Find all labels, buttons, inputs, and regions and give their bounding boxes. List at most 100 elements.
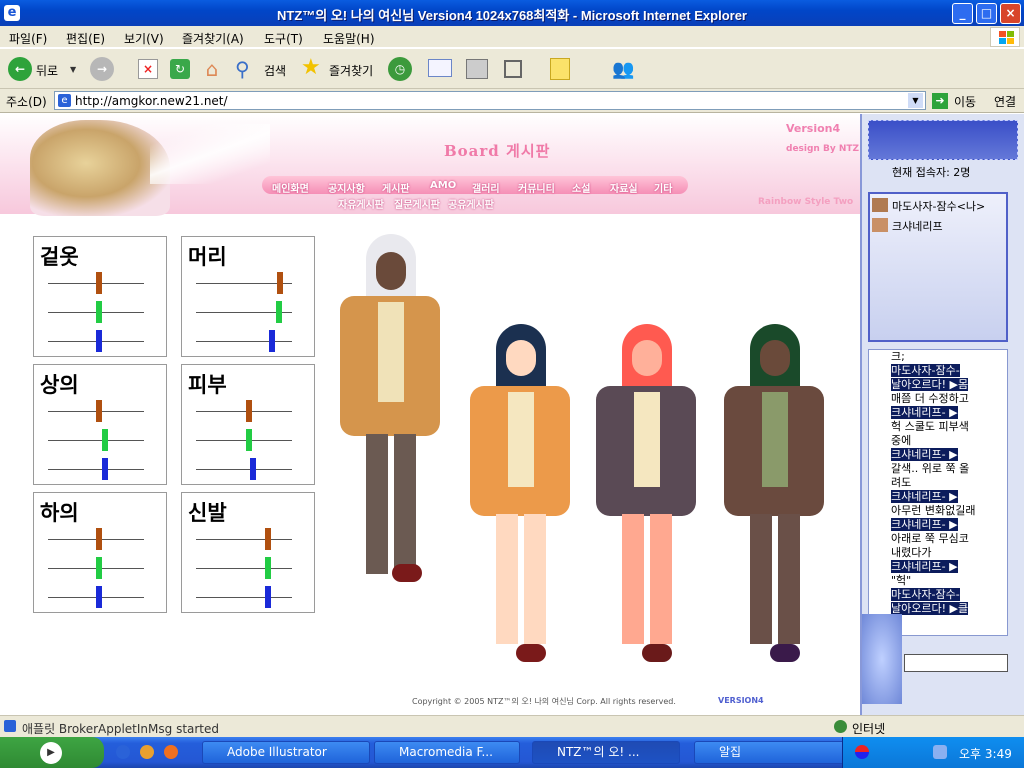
network-icon[interactable]: [933, 745, 947, 759]
note-icon[interactable]: [550, 58, 570, 80]
refresh-icon[interactable]: ↻: [170, 59, 190, 79]
chat-log[interactable]: 크; 마도사자-잠수- 날아오르다! ▶몸 매쯤 더 수정하고 크샤네리프- ▶ 헉 스쿨…: [868, 349, 1008, 636]
goddess-illustration: [30, 120, 170, 216]
slider-knob[interactable]: [101, 429, 108, 451]
online-users-list: 마도사자-잠수<나> 크샤네리프: [868, 192, 1008, 342]
print-icon[interactable]: [466, 59, 488, 79]
search-icon[interactable]: ⚲: [235, 57, 250, 81]
nav-etc[interactable]: 기타: [654, 180, 672, 195]
slider-knob[interactable]: [265, 586, 272, 608]
mail-icon[interactable]: [428, 59, 452, 77]
slider-track[interactable]: [196, 440, 292, 441]
character-preview-custom: [336, 234, 446, 604]
subnav-question[interactable]: 질문게시판: [394, 196, 440, 211]
slider-knob[interactable]: [265, 557, 272, 579]
menu-view[interactable]: 보기(V): [124, 30, 164, 47]
taskbar-item-flash[interactable]: Macromedia F...: [374, 741, 520, 764]
slider-track[interactable]: [196, 539, 292, 540]
start-button[interactable]: ▶: [0, 737, 104, 768]
nav-gallery[interactable]: 갤러리: [472, 180, 500, 195]
go-button[interactable]: 이동: [954, 93, 976, 110]
taskbar-item-alzip[interactable]: 알집: [694, 741, 848, 764]
slider-track[interactable]: [196, 469, 292, 470]
messenger-icon[interactable]: 👥: [612, 59, 634, 80]
chat-message: "헉": [891, 574, 912, 587]
chat-message: 마도사자-잠수-: [891, 364, 960, 377]
nav-notice[interactable]: 공지사항: [328, 180, 365, 195]
menu-tools[interactable]: 도구(T): [264, 30, 303, 47]
stop-icon[interactable]: ×: [138, 59, 158, 79]
slider-knob[interactable]: [95, 586, 102, 608]
page-status-icon: [4, 720, 16, 732]
slider-knob[interactable]: [269, 330, 276, 352]
slider-track[interactable]: [196, 341, 292, 342]
chat-message: 크샤네리프- ▶: [891, 406, 958, 419]
slider-knob[interactable]: [276, 301, 283, 323]
control-box-skin: 피부: [181, 364, 315, 485]
chevron-down-icon[interactable]: ▼: [70, 65, 76, 74]
back-label[interactable]: 뒤로: [36, 62, 58, 79]
slider-track[interactable]: [48, 440, 144, 441]
slider-knob[interactable]: [95, 272, 102, 294]
nav-community[interactable]: 커뮤니티: [518, 180, 555, 195]
design-credit: design By NTZ: [786, 144, 860, 154]
slider-knob[interactable]: [96, 400, 103, 422]
menu-edit[interactable]: 편집(E): [66, 30, 105, 47]
favorites-label[interactable]: 즐겨찾기: [329, 62, 373, 79]
slider-track[interactable]: [196, 597, 292, 598]
slider-knob[interactable]: [277, 272, 284, 294]
control-title: 피부: [188, 372, 227, 397]
slider-track[interactable]: [196, 568, 292, 569]
quicklaunch-icon[interactable]: [140, 745, 154, 759]
nav-main[interactable]: 메인화면: [272, 180, 309, 195]
slider-knob[interactable]: [101, 458, 108, 480]
subnav-free[interactable]: 자유게시판: [338, 196, 384, 211]
taskbar-item-browser[interactable]: NTZ™의 오! ...: [532, 741, 680, 764]
maximize-button[interactable]: □: [976, 3, 997, 24]
control-box-hair: 머리: [181, 236, 315, 357]
edit-icon[interactable]: [504, 60, 522, 78]
menu-favorites[interactable]: 즐겨찾기(A): [182, 30, 244, 47]
window-title: NTZ™의 오! 나의 여신님 Version4 1024x768최적화 - M…: [277, 8, 747, 23]
go-arrow-icon[interactable]: ➜: [932, 93, 948, 109]
favorites-star-icon[interactable]: ★: [301, 55, 321, 80]
links-button[interactable]: 연결: [994, 93, 1016, 110]
close-button[interactable]: ×: [1000, 3, 1021, 24]
chat-message: 크샤네리프- ▶: [891, 560, 958, 573]
slider-knob[interactable]: [95, 301, 102, 323]
forward-arrow-icon[interactable]: →: [90, 57, 114, 81]
slider-track[interactable]: [48, 469, 144, 470]
quicklaunch-icon[interactable]: [164, 745, 178, 759]
slider-knob[interactable]: [246, 429, 253, 451]
site-header: Board 게시판 Version4 design By NTZ 메인화면 공지…: [0, 114, 860, 216]
slider-knob[interactable]: [249, 458, 256, 480]
korean-ime-icon[interactable]: [855, 745, 869, 759]
address-input[interactable]: e http://amgkor.new21.net/ ▼: [54, 91, 926, 110]
back-arrow-icon[interactable]: ←: [8, 57, 32, 81]
home-icon[interactable]: ⌂: [200, 57, 224, 81]
nav-novel[interactable]: 소설: [572, 180, 590, 195]
nav-files[interactable]: 자료실: [610, 180, 638, 195]
nav-board[interactable]: 게시판: [382, 180, 410, 195]
menu-help[interactable]: 도움말(H): [323, 30, 375, 47]
menu-file[interactable]: 파일(F): [9, 30, 47, 47]
taskbar-item-illustrator[interactable]: Adobe Illustrator: [202, 741, 370, 764]
globe-icon: [834, 720, 847, 733]
minimize-button[interactable]: _: [952, 3, 973, 24]
slider-knob[interactable]: [246, 400, 253, 422]
user-item[interactable]: 마도사자-잠수<나>: [892, 198, 985, 214]
slider-knob[interactable]: [265, 528, 272, 550]
history-icon[interactable]: ◷: [388, 57, 412, 81]
slider-track[interactable]: [196, 411, 292, 412]
slider-knob[interactable]: [95, 557, 102, 579]
search-label[interactable]: 검색: [264, 62, 286, 79]
chat-input[interactable]: [904, 654, 1008, 672]
subnav-share[interactable]: 공유게시판: [448, 196, 494, 211]
ie-quicklaunch-icon[interactable]: [116, 745, 130, 759]
dropdown-arrow-icon[interactable]: ▼: [908, 93, 923, 108]
slider-knob[interactable]: [95, 330, 102, 352]
nav-amo[interactable]: AMO: [430, 180, 456, 191]
slider-knob[interactable]: [95, 528, 102, 550]
user-item[interactable]: 크샤네리프: [892, 218, 943, 234]
version-label: Version4: [786, 122, 841, 135]
